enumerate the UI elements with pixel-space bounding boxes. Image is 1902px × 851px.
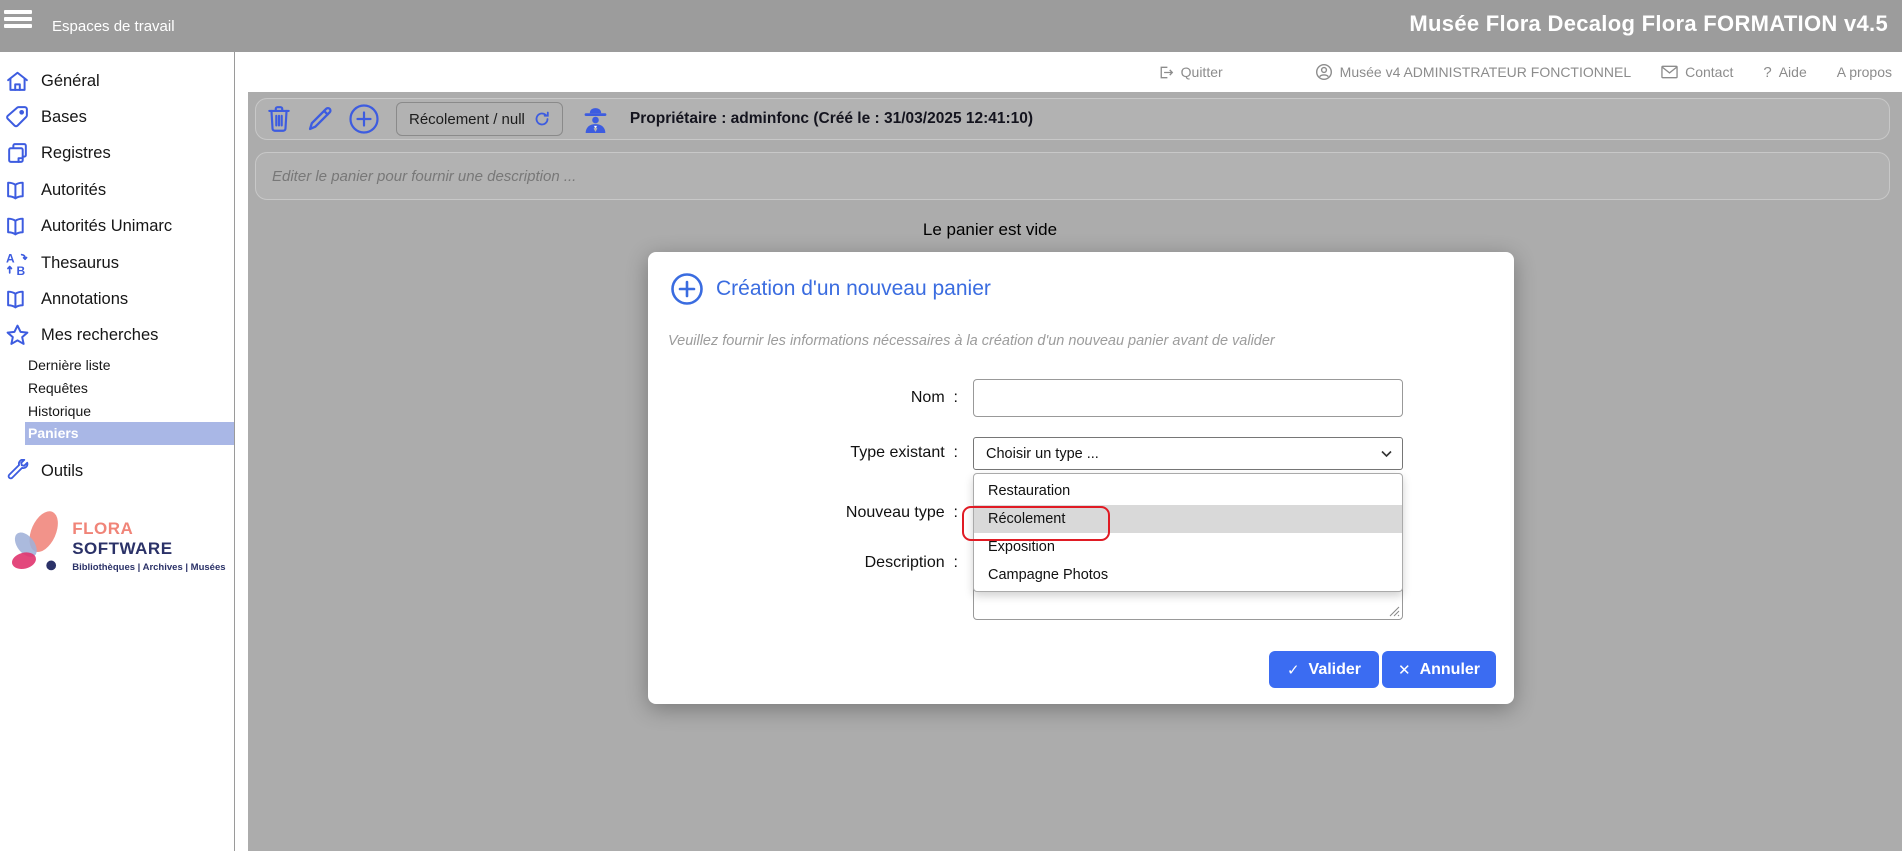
modal-title: Création d'un nouveau panier [716, 277, 991, 301]
tag-icon [5, 105, 30, 130]
basket-description-bar[interactable]: Editer le panier pour fournir une descri… [255, 152, 1890, 200]
app-title: Musée Flora Decalog Flora FORMATION v4.5 [1409, 0, 1888, 48]
open-book-icon [5, 214, 30, 239]
owner-info: Propriétaire : adminfonc (Créé le : 31/0… [630, 110, 1033, 128]
close-icon: ✕ [1398, 661, 1411, 679]
edit-basket-button[interactable] [306, 105, 334, 133]
description-placeholder: Editer le panier pour fournir une descri… [272, 168, 576, 185]
dropdown-option-restauration[interactable]: Restauration [974, 477, 1402, 505]
delete-basket-button[interactable] [266, 105, 292, 133]
svg-text:A: A [6, 251, 15, 265]
sidebar-item-autorites-unimarc[interactable]: Autorités Unimarc [0, 209, 234, 245]
sidebar-item-thesaurus[interactable]: AB Thesaurus [0, 245, 234, 281]
type-existant-label: Type existant : [648, 444, 958, 462]
aide-button[interactable]: ? Aide [1763, 64, 1806, 81]
star-icon [5, 323, 30, 348]
sidebar-item-general[interactable]: Général [0, 63, 234, 99]
nom-input[interactable] [973, 379, 1403, 417]
sidebar-item-bases[interactable]: Bases [0, 99, 234, 135]
user-account-button[interactable]: Musée v4 ADMINISTRATEUR FONCTIONNEL [1315, 63, 1631, 81]
secondary-nav-bar: Quitter Musée v4 ADMINISTRATEUR FONCTION… [0, 52, 1902, 92]
registers-icon [5, 141, 30, 166]
wrench-icon [5, 459, 30, 484]
user-icon [1315, 63, 1333, 81]
description-label: Description : [648, 554, 958, 572]
open-book-icon [5, 287, 30, 312]
a-propos-button[interactable]: A propos [1837, 64, 1892, 80]
flora-software-logo: FLORA SOFTWARE Bibliothèques | Archives … [8, 505, 228, 577]
home-icon [5, 69, 30, 94]
sidebar-subitem-derniere-liste[interactable]: Dernière liste [0, 354, 234, 377]
basket-toolbar: Récolement / null Propriétaire : adminfo… [255, 98, 1890, 140]
valider-button[interactable]: ✓ Valider [1269, 651, 1379, 688]
top-header-bar: Espaces de travail Musée Flora Decalog F… [0, 0, 1902, 52]
basket-selector-button[interactable]: Récolement / null [396, 102, 563, 136]
open-book-icon [5, 178, 30, 203]
contact-button[interactable]: Contact [1661, 64, 1733, 80]
empty-basket-message: Le panier est vide [248, 220, 1732, 240]
select-value: Choisir un type ... [986, 446, 1099, 462]
sidebar-item-mes-recherches[interactable]: Mes recherches [0, 318, 234, 354]
sidebar-item-registres[interactable]: Registres [0, 136, 234, 172]
dropdown-option-exposition[interactable]: Exposition [974, 533, 1402, 561]
sidebar-subitem-requetes[interactable]: Requêtes [0, 377, 234, 400]
question-icon: ? [1763, 64, 1771, 81]
sort-az-icon: AB [5, 251, 30, 276]
chevron-down-icon [1381, 450, 1392, 458]
create-basket-modal: Création d'un nouveau panier Veuillez fo… [648, 252, 1514, 704]
sidebar-subitem-paniers-selected[interactable]: Paniers [25, 422, 234, 445]
dropdown-option-recolement-highlighted[interactable]: Récolement [974, 505, 1402, 533]
modal-subtitle: Veuillez fournir les informations nécess… [668, 333, 1275, 349]
sidebar-item-outils[interactable]: Outils [0, 454, 234, 490]
logout-icon [1157, 64, 1174, 81]
nouveau-type-label: Nouveau type : [648, 504, 958, 522]
type-dropdown-list: Restauration Récolement Exposition Campa… [973, 473, 1403, 592]
flora-petals-icon [8, 505, 66, 577]
quitter-button[interactable]: Quitter [1157, 64, 1223, 81]
sidebar: Général Bases Registres Autorités Autori… [0, 52, 235, 851]
owner-spy-icon [581, 105, 610, 134]
plus-circle-icon [670, 272, 704, 306]
annuler-button[interactable]: ✕ Annuler [1382, 651, 1496, 688]
check-icon: ✓ [1287, 661, 1300, 679]
mail-icon [1661, 65, 1678, 79]
refresh-icon [534, 111, 550, 127]
workspace-label: Espaces de travail [52, 0, 175, 52]
sidebar-subitem-historique[interactable]: Historique [0, 399, 234, 422]
plus-circle-icon [348, 103, 380, 135]
sidebar-item-annotations[interactable]: Annotations [0, 281, 234, 317]
sidebar-item-autorites[interactable]: Autorités [0, 172, 234, 208]
add-basket-button[interactable] [348, 103, 380, 135]
dropdown-option-campagne-photos[interactable]: Campagne Photos [974, 561, 1402, 589]
svg-text:B: B [16, 264, 25, 276]
nom-label: Nom : [648, 389, 958, 407]
trash-icon [266, 105, 292, 133]
hamburger-menu-icon[interactable] [4, 10, 32, 28]
type-existant-select[interactable]: Choisir un type ... [973, 437, 1403, 470]
resize-handle-icon[interactable] [1388, 605, 1400, 617]
pencil-icon [306, 105, 334, 133]
